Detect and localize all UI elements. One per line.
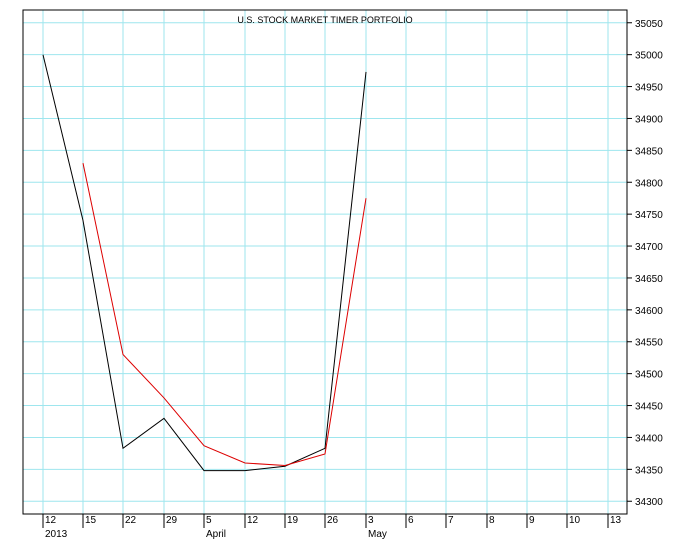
x-tick-label-11: 8 (489, 515, 495, 526)
x-tick-label-9: 6 (408, 515, 414, 526)
y-tick-label-34550: 34550 (635, 338, 663, 349)
y-tick-label-34300: 34300 (635, 497, 663, 508)
x-tick-label-8: 3 (368, 515, 374, 526)
x-sub-label-may: May (368, 529, 387, 540)
y-tick-label-35050: 35050 (635, 19, 663, 30)
y-tick-label-34850: 34850 (635, 146, 663, 157)
x-tick-label-1: 15 (85, 515, 97, 526)
x-tick-label-2: 22 (125, 515, 137, 526)
x-tick-label-14: 13 (610, 515, 622, 526)
x-sub-label-april: April (206, 529, 226, 540)
y-tick-label-34450: 34450 (635, 402, 663, 413)
y-tick-label-34500: 34500 (635, 370, 663, 381)
y-tick-label-34650: 34650 (635, 274, 663, 285)
y-tick-label-35000: 35000 (635, 51, 663, 62)
y-tick-label-34400: 34400 (635, 433, 663, 444)
chart: 34300 34350 34400 34450 34500 34550 34600 34650… (0, 0, 682, 545)
x-tick-label-13: 10 (569, 515, 581, 526)
x-tick-label-4: 5 (206, 515, 212, 526)
x-tick-label-12: 9 (529, 515, 535, 526)
x-sub-label-2013: 2013 (45, 529, 68, 540)
x-tick-label-6: 19 (287, 515, 299, 526)
y-tick-label-34350: 34350 (635, 465, 663, 476)
y-tick-label-34700: 34700 (635, 242, 663, 253)
x-tick-label-5: 12 (247, 515, 259, 526)
x-tick-label-3: 29 (166, 515, 178, 526)
chart-title: U.S. STOCK MARKET TIMER PORTFOLIO (237, 15, 412, 25)
plot-background (0, 0, 682, 545)
x-tick-label-10: 7 (448, 515, 454, 526)
y-tick-label-34800: 34800 (635, 178, 663, 189)
y-tick-label-34900: 34900 (635, 114, 663, 125)
x-tick-label-0: 12 (45, 515, 57, 526)
y-tick-label-34750: 34750 (635, 210, 663, 221)
y-tick-label-34950: 34950 (635, 83, 663, 94)
y-tick-label-34600: 34600 (635, 306, 663, 317)
x-tick-label-7: 26 (327, 515, 339, 526)
